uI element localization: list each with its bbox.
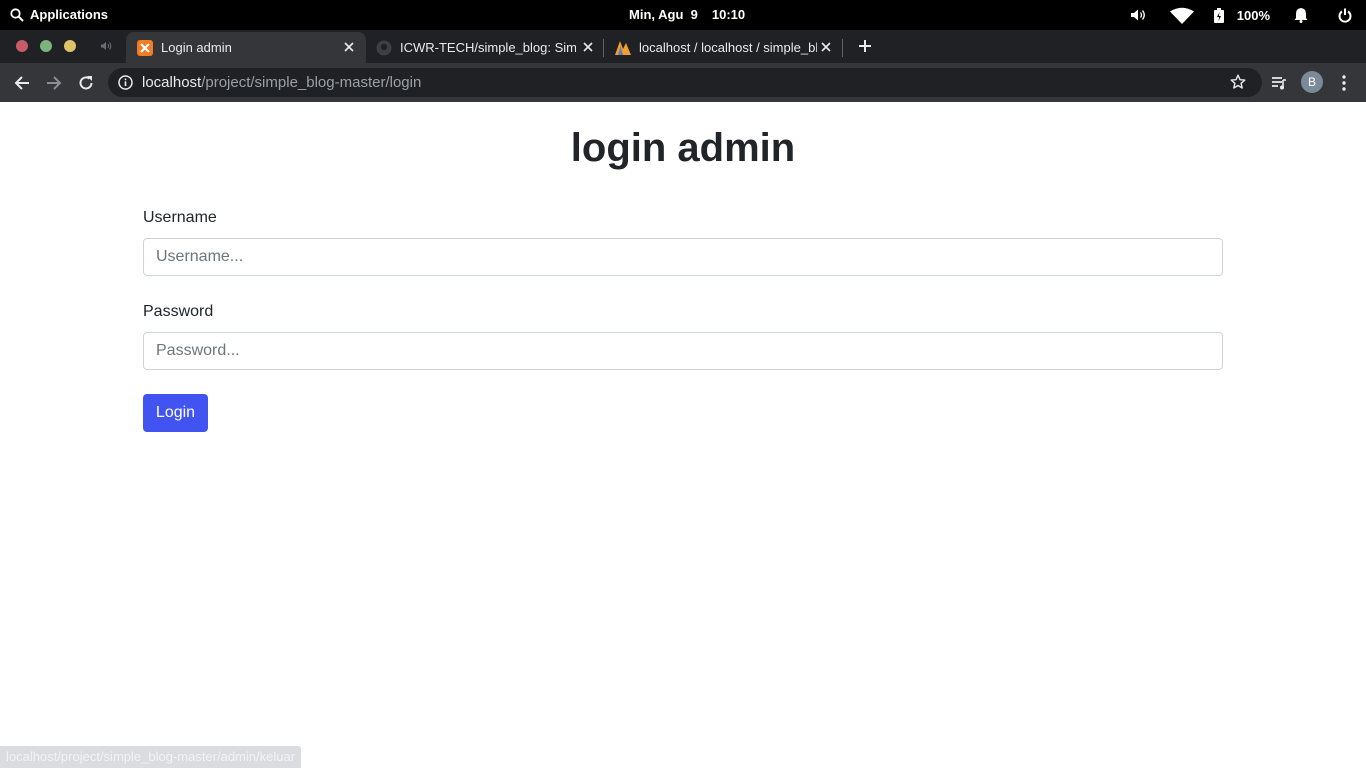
new-tab-button[interactable] [853, 34, 877, 58]
back-button[interactable] [10, 71, 34, 95]
clock-time: 10:10 [711, 7, 746, 22]
window-maximize-button[interactable] [40, 40, 52, 52]
password-label: Password [143, 303, 214, 320]
power-icon[interactable] [1330, 8, 1360, 23]
arrow-right-icon [47, 76, 62, 90]
notification-bell-icon[interactable] [1286, 7, 1316, 23]
url-text: localhost/project/simple_blog-master/log… [142, 74, 421, 91]
tab-close-icon[interactable] [341, 39, 357, 55]
queue-music-icon [1272, 77, 1286, 90]
forward-button[interactable] [42, 71, 66, 95]
info-icon[interactable] [118, 75, 133, 90]
address-bar[interactable]: localhost/project/simple_blog-master/log… [108, 68, 1262, 97]
login-button[interactable]: Login [143, 394, 208, 432]
tab-title: ICWR-TECH/simple_blog: Simple [400, 40, 576, 55]
tab-title: Login admin [161, 40, 232, 55]
battery-percent: 100% [1236, 7, 1270, 23]
url-host: localhost [142, 74, 202, 91]
browser-menu-button[interactable] [1332, 71, 1356, 95]
plus-icon [859, 40, 871, 52]
window-minimize-button[interactable] [64, 40, 76, 52]
wifi-icon[interactable] [1167, 7, 1197, 24]
xampp-icon [137, 40, 153, 56]
username-label: Username [143, 209, 217, 226]
reload-button[interactable] [74, 71, 98, 95]
arrow-left-icon [14, 76, 29, 90]
media-control-button[interactable] [1267, 71, 1291, 95]
url-path: /project/simple_blog-master/login [201, 74, 422, 91]
window-close-button[interactable] [16, 40, 28, 52]
search-icon [10, 7, 24, 22]
bookmark-star-icon[interactable] [1230, 74, 1246, 90]
volume-icon[interactable] [1123, 8, 1153, 22]
clock-date: Min, Agu 9 [629, 7, 698, 22]
browser-toolbar: localhost/project/simple_blog-master/log… [0, 63, 1366, 102]
tab-close-icon[interactable] [818, 39, 834, 55]
system-top-bar: Applications Min, Agu 9 10:10 100% [0, 0, 1366, 30]
status-bar-url: localhost/project/simple_blog-master/adm… [0, 746, 302, 768]
tab-github[interactable]: ICWR-TECH/simple_blog: Simple [366, 32, 604, 63]
system-tray: 100% [1123, 0, 1366, 30]
reload-icon [79, 76, 93, 90]
tab-phpmyadmin[interactable]: localhost / localhost / simple_blo [604, 32, 842, 63]
tab-login-admin[interactable]: Login admin [126, 32, 366, 63]
tab-separator [842, 39, 843, 57]
battery-icon[interactable] [1211, 7, 1227, 23]
password-input[interactable] [143, 332, 1223, 370]
profile-avatar[interactable]: B [1301, 71, 1323, 93]
username-input[interactable] [143, 238, 1223, 276]
github-icon [376, 40, 392, 56]
more-vertical-icon [1342, 75, 1346, 91]
applications-menu[interactable]: Applications [10, 7, 108, 22]
tab-title: localhost / localhost / simple_blo [639, 40, 817, 55]
tab-close-icon[interactable] [580, 39, 596, 55]
browser-tab-strip: Login admin ICWR-TECH/simple_blog: Simpl… [0, 30, 1366, 63]
clock[interactable]: Min, Agu 9 10:10 [629, 7, 745, 22]
applications-label: Applications [30, 7, 109, 22]
tab-audio-icon [101, 42, 112, 50]
phpmyadmin-icon [614, 40, 631, 56]
page-title: login admin [570, 126, 796, 170]
